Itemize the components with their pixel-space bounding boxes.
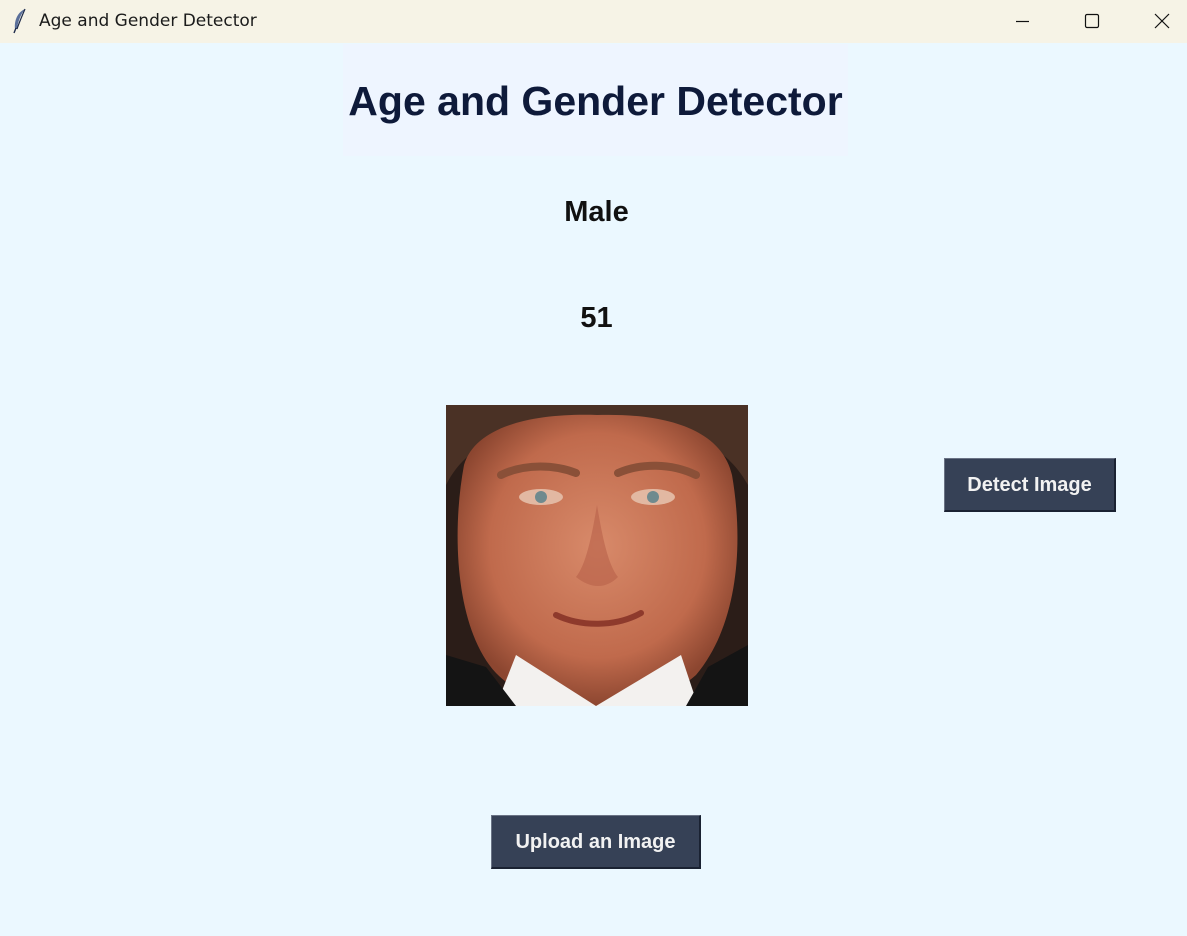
main-content: Age and Gender Detector Male 51 Detect I… — [0, 43, 1187, 936]
upload-image-button[interactable]: Upload an Image — [491, 815, 701, 869]
face-photo — [446, 405, 748, 706]
detect-image-button[interactable]: Detect Image — [944, 458, 1116, 512]
app-window: Age and Gender Detector Age and Gender D… — [0, 0, 1187, 936]
title-bar[interactable]: Age and Gender Detector — [0, 0, 1187, 43]
close-icon — [1154, 13, 1170, 29]
minimize-icon — [1016, 20, 1029, 23]
feather-icon — [10, 7, 30, 35]
minimize-button[interactable] — [988, 0, 1057, 43]
gender-result: Male — [564, 196, 629, 228]
maximize-icon — [1084, 13, 1100, 29]
heading-panel: Age and Gender Detector — [343, 44, 848, 156]
close-button[interactable] — [1127, 0, 1187, 43]
page-title: Age and Gender Detector — [348, 78, 843, 124]
maximize-button[interactable] — [1057, 0, 1126, 43]
window-title: Age and Gender Detector — [39, 11, 257, 31]
age-result: 51 — [580, 302, 613, 334]
